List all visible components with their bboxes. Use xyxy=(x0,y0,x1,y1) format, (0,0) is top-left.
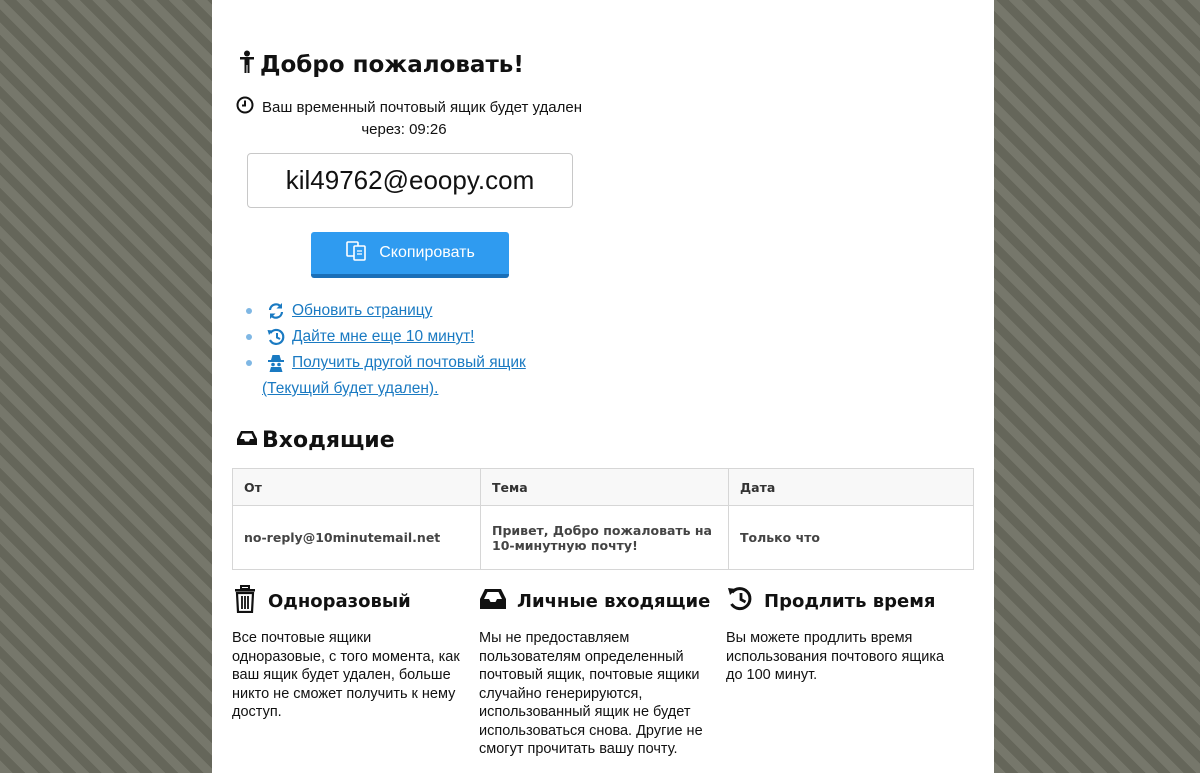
action-links: Обновить страницу Дайте мне еще 10 минут… xyxy=(246,298,566,402)
link-new-mailbox[interactable]: Получить другой почтовый ящик xyxy=(246,350,566,376)
feature-text: Мы не предоставляем пользователям опреде… xyxy=(479,630,703,757)
person-icon xyxy=(238,50,256,80)
column-from: От xyxy=(232,468,481,506)
table-header-row: От Тема Дата xyxy=(232,468,974,506)
copy-icon xyxy=(345,240,369,267)
welcome-heading: Добро пожаловать! xyxy=(238,50,524,80)
new-mailbox-link[interactable]: Получить другой почтовый ящик xyxy=(292,354,526,372)
bullet xyxy=(246,360,252,366)
history-icon xyxy=(726,585,754,618)
refresh-icon xyxy=(266,302,286,320)
inbox-icon xyxy=(479,587,507,616)
table-row[interactable]: no-reply@10minutemail.net Привет, Добро … xyxy=(232,505,974,570)
feature-text: Все почтовые ящики одноразовые, с того м… xyxy=(232,630,460,720)
email-address-field[interactable]: kil49762@eoopy.com xyxy=(247,153,573,208)
bullet xyxy=(246,334,252,340)
clock-icon xyxy=(236,96,254,120)
welcome-title: Добро пожаловать! xyxy=(260,52,524,78)
inbox-heading: Входящие xyxy=(236,428,395,453)
timer-countdown: через: 09:26 xyxy=(361,121,447,138)
column-date: Дата xyxy=(728,468,974,506)
main-panel: Добро пожаловать! Ваш временный почтовый… xyxy=(212,0,994,773)
inbox-title: Входящие xyxy=(262,428,395,453)
refresh-page-link[interactable]: Обновить страницу xyxy=(292,302,432,320)
feature-title: Личные входящие xyxy=(517,590,711,612)
more-time-link[interactable]: Дайте мне еще 10 минут! xyxy=(292,328,474,346)
expiry-timer: Ваш временный почтовый ящик будет удален… xyxy=(236,96,596,140)
bullet xyxy=(246,308,252,314)
feature-private-inbox: Личные входящие Мы не предоставляем поль… xyxy=(479,586,711,759)
history-icon xyxy=(266,328,286,346)
feature-text: Вы можете продлить время использования п… xyxy=(726,630,945,683)
column-subject: Тема xyxy=(480,468,729,506)
feature-extend-time: Продлить время Вы можете продлить время … xyxy=(726,586,958,685)
inbox-table: От Тема Дата no-reply@10minutemail.net П… xyxy=(232,468,974,570)
link-more-time[interactable]: Дайте мне еще 10 минут! xyxy=(246,324,566,350)
link-refresh-page[interactable]: Обновить страницу xyxy=(246,298,566,324)
new-mailbox-link-continuation[interactable]: (Текущий будет удален). xyxy=(246,376,566,402)
inbox-icon xyxy=(236,428,258,453)
timer-text-line1: Ваш временный почтовый ящик будет удален xyxy=(262,99,582,116)
cell-subject: Привет, Добро пожаловать на 10-минутную … xyxy=(480,505,729,570)
feature-title: Одноразовый xyxy=(268,590,411,612)
trash-icon xyxy=(232,584,258,618)
feature-disposable: Одноразовый Все почтовые ящики одноразов… xyxy=(232,584,464,722)
cell-from: no-reply@10minutemail.net xyxy=(232,505,481,570)
copy-button[interactable]: Скопировать xyxy=(311,232,509,278)
spy-icon xyxy=(266,354,286,372)
email-address: kil49762@eoopy.com xyxy=(285,165,535,195)
copy-button-label: Скопировать xyxy=(379,244,475,261)
feature-title: Продлить время xyxy=(764,590,936,612)
cell-date: Только что xyxy=(728,505,974,570)
